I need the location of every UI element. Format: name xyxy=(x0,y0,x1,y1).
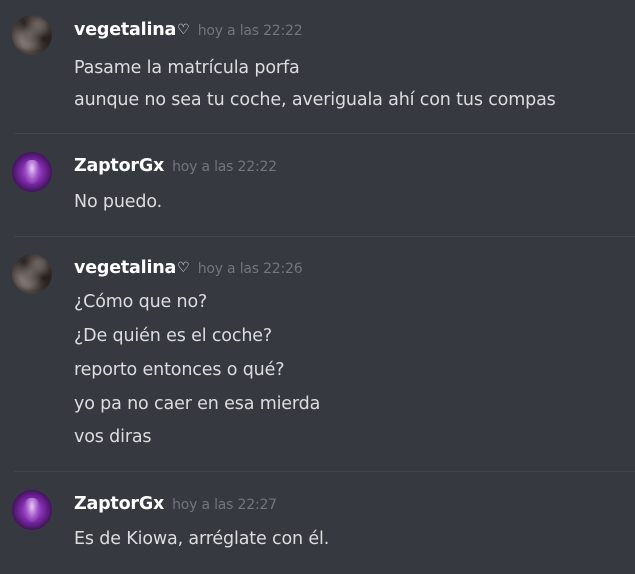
username[interactable]: ZaptorGx xyxy=(74,494,164,514)
username[interactable]: ZaptorGx xyxy=(74,156,164,176)
message-text: ¿De quién es el coche? xyxy=(74,326,273,346)
zaptorgx-avatar[interactable] xyxy=(12,490,52,530)
username[interactable]: vegetalina xyxy=(74,20,176,40)
timestamp: hoy a las 22:26 xyxy=(197,261,303,277)
vegetalina-avatar[interactable] xyxy=(12,254,52,294)
message-text: Pasame la matrícula porfa xyxy=(74,58,300,78)
chat-messages: vegetalina ♡ hoy a las 22:22 Pasame la m… xyxy=(0,0,635,574)
message-text: aunque no sea tu coche, averiguala ahí c… xyxy=(74,90,556,110)
message-divider xyxy=(14,471,635,472)
message-header: ZaptorGx hoy a las 22:22 xyxy=(74,156,277,180)
timestamp: hoy a las 22:22 xyxy=(172,159,277,175)
message-divider xyxy=(14,236,635,237)
message-divider xyxy=(14,133,635,134)
username[interactable]: vegetalina xyxy=(74,258,176,278)
message-text: vos diras xyxy=(74,427,152,447)
message-header: vegetalina ♡ hoy a las 22:26 xyxy=(74,258,303,282)
heart-icon: ♡ xyxy=(177,260,190,276)
message-text: No puedo. xyxy=(74,192,163,212)
message-text: ¿Cómo que no? xyxy=(74,292,208,312)
vegetalina-avatar[interactable] xyxy=(12,15,52,55)
message-text: yo pa no caer en esa mierda xyxy=(74,394,321,414)
message-text: Es de Kiowa, arréglate con él. xyxy=(74,529,330,549)
timestamp: hoy a las 22:22 xyxy=(197,23,303,39)
timestamp: hoy a las 22:27 xyxy=(172,497,277,513)
message-header: vegetalina ♡ hoy a las 22:22 xyxy=(74,20,303,44)
message-header: ZaptorGx hoy a las 22:27 xyxy=(74,494,277,518)
heart-icon: ♡ xyxy=(177,22,190,38)
zaptorgx-avatar[interactable] xyxy=(12,152,52,192)
message-text: reporto entonces o qué? xyxy=(74,360,285,380)
